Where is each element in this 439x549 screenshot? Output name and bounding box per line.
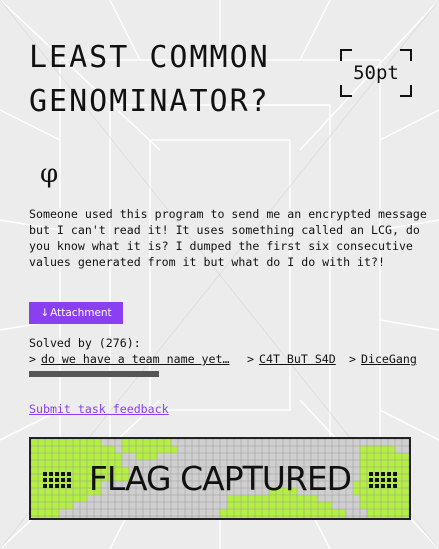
solver-item[interactable]: > C4T BuT S4D	[247, 352, 336, 366]
chevron-right-icon: >	[247, 352, 254, 366]
badge-corner-top-right	[400, 49, 412, 61]
points-value: 50pt	[353, 62, 399, 84]
challenge-title: LEAST COMMON GENOMINATOR?	[29, 40, 270, 119]
attachment-label: Attachment	[50, 307, 112, 319]
phi-icon: φ	[40, 159, 59, 189]
flag-captured-text: FLAG CAPTURED	[88, 459, 352, 498]
submit-feedback-link[interactable]: Submit task feedback	[29, 402, 169, 416]
badge-corner-bottom-right	[400, 85, 412, 97]
points-badge: 50pt	[340, 49, 412, 97]
solved-count-label: Solved by (276):	[29, 336, 141, 350]
chevron-right-icon: >	[349, 352, 356, 366]
solvers-list[interactable]: > do we have a team name yet… > C4T BuT S4…	[29, 352, 439, 370]
badge-corner-bottom-left	[340, 85, 352, 97]
chevron-right-icon: >	[29, 352, 36, 366]
badge-corner-top-left	[340, 49, 352, 61]
download-arrow-icon: ↓	[40, 307, 50, 319]
flag-captured-banner: FLAG CAPTURED	[29, 437, 411, 520]
challenge-description: Someone used this program to send me an …	[29, 207, 427, 269]
solver-item[interactable]: > DiceGang	[349, 352, 417, 366]
solver-team-name[interactable]: DiceGang	[361, 352, 417, 366]
solvers-scrollbar[interactable]	[29, 371, 159, 377]
challenge-card: LEAST COMMON GENOMINATOR? 50pt φ Someone…	[0, 0, 439, 549]
solver-item[interactable]: > do we have a team name yet…	[29, 352, 229, 366]
attachment-button[interactable]: ↓ Attachment	[29, 302, 123, 324]
solver-team-name[interactable]: do we have a team name yet…	[41, 352, 229, 366]
solver-team-name[interactable]: C4T BuT S4D	[259, 352, 336, 366]
